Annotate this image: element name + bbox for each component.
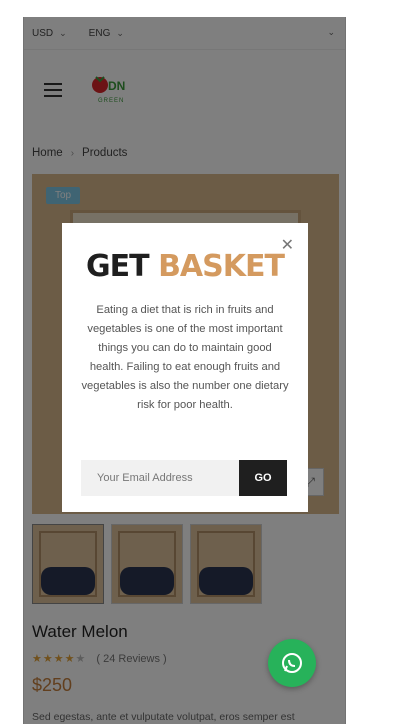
popup-headline: GET BASKET xyxy=(62,249,308,284)
newsletter-form: GO xyxy=(81,460,287,496)
whatsapp-icon[interactable] xyxy=(268,639,316,687)
headline-word-get: GET xyxy=(86,249,150,284)
email-field[interactable] xyxy=(81,460,239,496)
popup-text: Eating a diet that is rich in fruits and… xyxy=(81,304,289,411)
go-button[interactable]: GO xyxy=(239,460,287,496)
headline-word-basket: BASKET xyxy=(158,249,285,284)
newsletter-popup: ✕ GET BASKET Eating a diet that is rich … xyxy=(62,223,308,512)
